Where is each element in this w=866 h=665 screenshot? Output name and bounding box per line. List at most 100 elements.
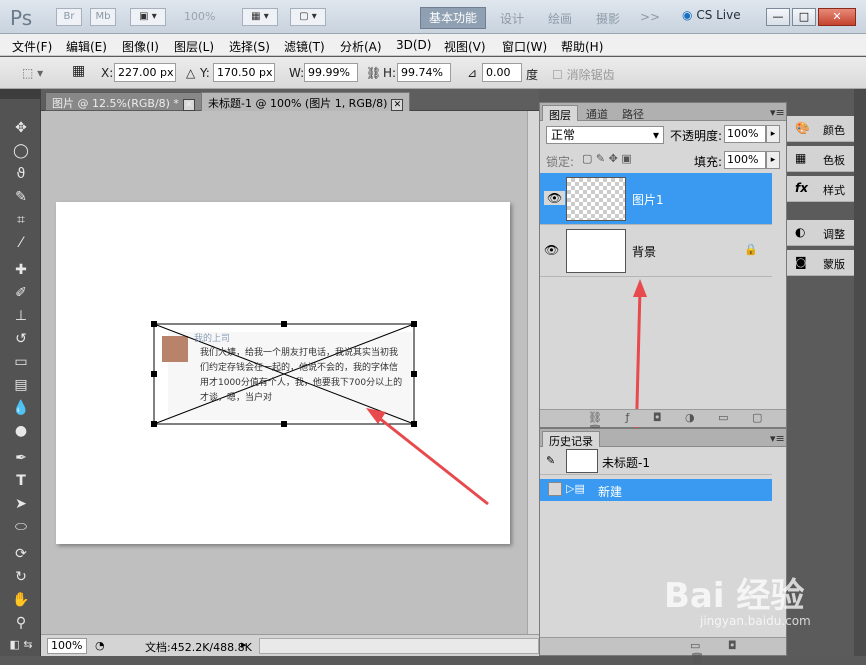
bridge-button[interactable]: Br xyxy=(56,8,82,26)
reference-point-icon[interactable]: ▦ xyxy=(72,63,85,79)
menu-image[interactable]: 图像(I) xyxy=(122,38,159,55)
pen-tool-icon[interactable]: ✒ xyxy=(9,447,33,469)
dodge-tool-icon[interactable]: ● xyxy=(9,420,33,442)
dock-collapse-strip[interactable] xyxy=(854,89,866,656)
history-brush-tool-icon[interactable]: ↺ xyxy=(9,328,33,350)
move-tool-icon[interactable]: ✥ xyxy=(9,117,33,139)
menu-edit[interactable]: 编辑(E) xyxy=(66,38,107,55)
eraser-tool-icon[interactable]: ▭ xyxy=(9,351,33,373)
status-info-icon[interactable]: ◔ xyxy=(95,639,105,652)
fill-slider-arrow-icon[interactable]: ▸ xyxy=(766,151,780,169)
transform-handle[interactable] xyxy=(151,421,157,427)
3d-orbit-tool-icon[interactable]: ↻ xyxy=(9,566,33,588)
gradient-tool-icon[interactable]: ▤ xyxy=(9,374,33,396)
transform-handle[interactable] xyxy=(281,421,287,427)
zoom-input[interactable]: 100% xyxy=(47,638,87,654)
menu-select[interactable]: 选择(S) xyxy=(229,38,270,55)
menu-view[interactable]: 视图(V) xyxy=(444,38,486,55)
lock-options-icons[interactable]: ▢ ✎ ✥ ▣ xyxy=(582,152,632,165)
menu-file[interactable]: 文件(F) xyxy=(12,38,52,55)
workspace-design[interactable]: 设计 xyxy=(500,10,524,27)
menu-window[interactable]: 窗口(W) xyxy=(502,38,547,55)
blur-tool-icon[interactable]: 💧 xyxy=(9,397,33,419)
workspace-photography[interactable]: 摄影 xyxy=(596,10,620,27)
transform-tool-icon[interactable]: ⬚ ▾ xyxy=(22,66,43,80)
healing-brush-tool-icon[interactable]: ✚ xyxy=(9,259,33,281)
tab-channels[interactable]: 通道 xyxy=(580,105,614,121)
panel-masks[interactable]: ◙ 蒙版 xyxy=(787,250,854,276)
layer-row-background[interactable]: 👁 背景 🔒 xyxy=(540,225,772,277)
type-tool-icon[interactable]: T xyxy=(9,470,33,492)
menu-layer[interactable]: 图层(L) xyxy=(174,38,214,55)
layer-row-image1[interactable]: 👁 图片1 xyxy=(540,173,772,225)
rotate-angle-input[interactable]: 0.00 xyxy=(482,63,522,82)
crop-tool-icon[interactable]: ⌗ xyxy=(9,209,33,231)
transform-handle[interactable] xyxy=(281,321,287,327)
close-icon[interactable]: ✕ xyxy=(182,99,195,111)
fill-input[interactable]: 100% xyxy=(724,151,766,169)
shape-tool-icon[interactable]: ⬭ xyxy=(9,516,33,538)
marquee-tool-icon[interactable]: ◯ xyxy=(9,140,33,162)
layer-name[interactable]: 背景 xyxy=(632,243,656,260)
workspace-essentials[interactable]: 基本功能 xyxy=(420,7,486,29)
color-swatches-icon[interactable]: ◧ ⇆ xyxy=(9,634,33,656)
cs-live-button[interactable]: ◉ CS Live xyxy=(682,8,741,22)
visibility-eye-icon[interactable]: 👁 xyxy=(544,243,559,257)
link-aspect-icon[interactable]: ⛓ xyxy=(366,66,381,80)
workspace-painting[interactable]: 绘画 xyxy=(548,10,572,27)
x-position-input[interactable]: 227.00 px xyxy=(114,63,176,82)
transform-handle[interactable] xyxy=(151,321,157,327)
opacity-input[interactable]: 100% xyxy=(724,125,766,143)
history-actions-icons[interactable]: ▭ ◘ 🗑 xyxy=(690,639,786,665)
close-button[interactable]: ✕ xyxy=(818,8,856,26)
panel-color[interactable]: 🎨 颜色 xyxy=(787,116,854,142)
status-menu-arrow-icon[interactable]: ▸ xyxy=(241,638,247,651)
close-icon[interactable]: ✕ xyxy=(391,99,404,111)
panel-styles[interactable]: fx 样式 xyxy=(787,176,854,202)
eyedropper-tool-icon[interactable]: ⁄ xyxy=(9,232,33,254)
brush-tool-icon[interactable]: ✐ xyxy=(9,282,33,304)
transform-handle[interactable] xyxy=(411,371,417,377)
menu-3d[interactable]: 3D(D) xyxy=(396,38,431,52)
history-item-new[interactable]: ▷▤ 新建 xyxy=(540,479,772,501)
relative-position-icon[interactable]: △ xyxy=(186,66,195,80)
antialias-checkbox[interactable]: ☐ 消除锯齿 xyxy=(552,66,615,83)
visibility-eye-icon[interactable]: 👁 xyxy=(544,191,566,205)
tab-untitled-doc[interactable]: 未标题-1 @ 100% (图片 1, RGB/8) ✕ xyxy=(201,92,411,111)
history-brush-source-icon[interactable]: ✎ xyxy=(546,454,555,467)
history-snapshot[interactable]: ✎ 未标题-1 xyxy=(540,447,772,475)
height-scale-input[interactable]: 99.74% xyxy=(397,63,451,82)
maximize-button[interactable]: □ xyxy=(792,8,816,26)
width-scale-input[interactable]: 99.99% xyxy=(304,63,358,82)
quick-select-tool-icon[interactable]: ✎ xyxy=(9,186,33,208)
tab-image-doc[interactable]: 图片 @ 12.5%(RGB/8) * ✕ xyxy=(45,92,202,111)
doc-size-info[interactable]: 文档:452.2K/488.8K xyxy=(145,639,252,655)
vertical-scrollbar[interactable] xyxy=(527,111,539,634)
tools-panel-header[interactable] xyxy=(0,89,40,99)
blend-mode-select[interactable]: 正常 ▾ xyxy=(546,126,664,144)
arrange-documents-button[interactable]: ▦ ▾ xyxy=(242,8,278,26)
mini-bridge-button[interactable]: Mb xyxy=(90,8,116,26)
horizontal-scrollbar[interactable] xyxy=(259,638,539,654)
transform-handle[interactable] xyxy=(411,421,417,427)
3d-rotate-tool-icon[interactable]: ⟳ xyxy=(9,543,33,565)
lasso-tool-icon[interactable]: ϑ xyxy=(9,163,33,185)
more-workspaces-button[interactable]: >> xyxy=(640,10,660,24)
panel-swatches[interactable]: ▦ 色板 xyxy=(787,146,854,172)
menu-help[interactable]: 帮助(H) xyxy=(561,38,603,55)
menu-filter[interactable]: 滤镜(T) xyxy=(284,38,325,55)
path-selection-tool-icon[interactable]: ➤ xyxy=(9,493,33,515)
layer-name[interactable]: 图片1 xyxy=(632,191,664,208)
zoom-tool-icon[interactable]: ⚲ xyxy=(9,612,33,634)
tab-layers[interactable]: 图层 xyxy=(542,105,578,122)
opacity-slider-arrow-icon[interactable]: ▸ xyxy=(766,125,780,143)
transform-handle[interactable] xyxy=(411,321,417,327)
y-position-input[interactable]: 170.50 px xyxy=(213,63,275,82)
history-state-checkbox[interactable] xyxy=(548,482,562,496)
panel-adjustments[interactable]: ◐ 调整 xyxy=(787,220,854,246)
screen-mode-button[interactable]: ▢ ▾ xyxy=(290,8,326,26)
zoom-level-readout[interactable]: 100% xyxy=(184,10,215,23)
minimize-button[interactable]: — xyxy=(766,8,790,26)
menu-analysis[interactable]: 分析(A) xyxy=(340,38,382,55)
clone-stamp-tool-icon[interactable]: ⊥ xyxy=(9,305,33,327)
